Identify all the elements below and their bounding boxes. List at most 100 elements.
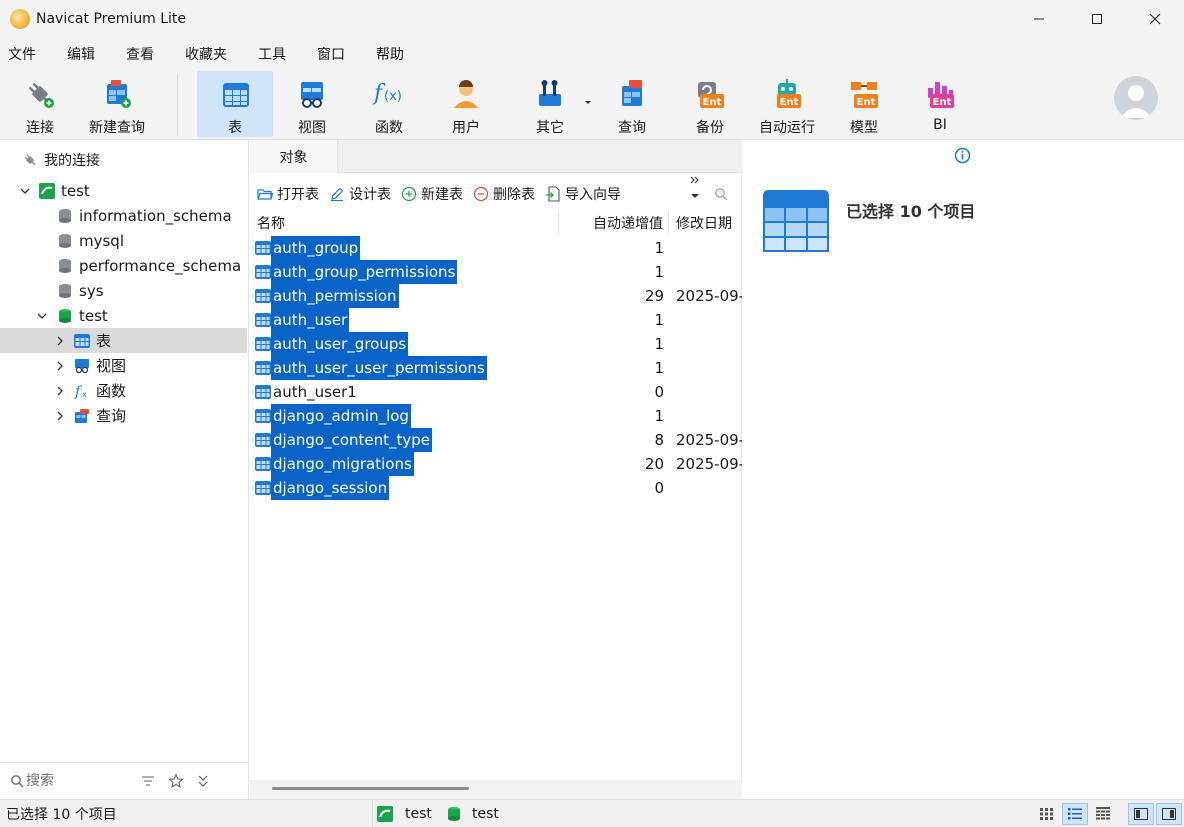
toggle-nav-pane-button[interactable]: [1128, 803, 1154, 825]
detail-view-button[interactable]: [1090, 803, 1116, 825]
nav-functions-node[interactable]: fx 函数: [0, 378, 248, 403]
status-bar: 已选择 10 个项目 test test: [0, 799, 1184, 827]
menu-bar: 文件 编辑 查看 收藏夹 工具 窗口 帮助: [0, 38, 1184, 70]
database-mysql[interactable]: mysql: [0, 228, 248, 253]
navigation-pane: 我的连接 test information_schema mysql perfo…: [0, 140, 249, 799]
nav-queries-node[interactable]: 查询: [0, 403, 248, 428]
menu-tools[interactable]: 工具: [258, 44, 301, 64]
new-table-button[interactable]: 新建表: [401, 184, 463, 204]
column-divider[interactable]: [668, 212, 669, 234]
nav-search-input[interactable]: [26, 773, 136, 789]
backup-button[interactable]: Ent 备份: [678, 71, 742, 137]
column-header-auto-increment[interactable]: 自动递增值: [593, 212, 663, 234]
nav-views-node[interactable]: 视图: [0, 353, 248, 378]
bi-button[interactable]: Ent BI: [910, 71, 970, 137]
toggle-info-pane-button[interactable]: [1156, 803, 1182, 825]
table-name: django_admin_log: [271, 404, 411, 428]
table-row[interactable]: auth_group 1: [250, 236, 742, 260]
delete-table-button[interactable]: 删除表: [473, 184, 535, 204]
horizontal-scrollbar[interactable]: [250, 780, 742, 799]
table-row[interactable]: django_session 0: [250, 476, 742, 500]
chevron-down-icon[interactable]: [19, 185, 31, 197]
maximize-button[interactable]: [1068, 0, 1126, 38]
column-divider[interactable]: [558, 212, 559, 234]
chevron-right-icon[interactable]: [54, 385, 66, 397]
account-avatar[interactable]: [1114, 76, 1158, 120]
table-row[interactable]: django_admin_log 1: [250, 404, 742, 428]
nav-search-bar: [0, 762, 248, 799]
info-icon[interactable]: [954, 147, 971, 164]
table-row[interactable]: auth_user1 0: [250, 380, 742, 404]
list-view-button[interactable]: [1062, 803, 1088, 825]
user-label: 用户: [452, 120, 480, 136]
table-row[interactable]: django_content_type 8 2025-09-: [250, 428, 742, 452]
import-wizard-button[interactable]: 导入向导: [545, 184, 621, 204]
grid-view-button[interactable]: [1034, 803, 1060, 825]
open-table-button[interactable]: 打开表: [257, 184, 319, 204]
user-icon: [449, 77, 483, 111]
my-connections-header[interactable]: 我的连接: [0, 147, 248, 172]
menu-help[interactable]: 帮助: [376, 44, 419, 64]
table-row[interactable]: auth_permission 29 2025-09-: [250, 284, 742, 308]
other-dropdown-icon[interactable]: [584, 100, 592, 106]
table-row[interactable]: django_migrations 20 2025-09-: [250, 452, 742, 476]
minimize-button[interactable]: [1010, 0, 1068, 38]
menu-favorites[interactable]: 收藏夹: [185, 44, 242, 64]
function-button[interactable]: f (x) 函数: [356, 71, 422, 137]
automation-button[interactable]: Ent 自动运行: [752, 71, 822, 137]
more-chevrons-icon[interactable]: [690, 176, 700, 188]
new-query-button[interactable]: 新建查询: [82, 71, 152, 137]
model-icon: Ent: [847, 77, 881, 111]
close-button[interactable]: [1126, 0, 1184, 38]
table-icon: [74, 333, 90, 349]
connect-button[interactable]: 连接: [8, 71, 72, 137]
open-table-label: 打开表: [277, 187, 319, 203]
database-icon: [57, 283, 73, 299]
search-icon[interactable]: [714, 187, 728, 201]
menu-window[interactable]: 窗口: [317, 44, 360, 64]
table-row[interactable]: auth_user 1: [250, 308, 742, 332]
svg-text:Ent: Ent: [933, 97, 952, 108]
scrollbar-thumb[interactable]: [272, 787, 469, 790]
other-button[interactable]: 其它: [518, 71, 582, 137]
table-row[interactable]: auth_user_user_permissions 1: [250, 356, 742, 380]
modified-date: 2025-09-: [676, 287, 742, 305]
database-test[interactable]: test: [0, 303, 248, 328]
table-row[interactable]: auth_group_permissions 1: [250, 260, 742, 284]
column-header-modified-date[interactable]: 修改日期: [676, 212, 742, 234]
table-row[interactable]: auth_user_groups 1: [250, 332, 742, 356]
view-button[interactable]: 视图: [280, 71, 344, 137]
database-sys[interactable]: sys: [0, 278, 248, 303]
design-table-button[interactable]: 设计表: [329, 184, 391, 204]
column-header-name[interactable]: 名称: [257, 212, 285, 234]
menu-view[interactable]: 查看: [126, 44, 169, 64]
chevron-right-icon[interactable]: [54, 335, 66, 347]
modified-date: [676, 380, 742, 404]
table-name: django_content_type: [271, 428, 433, 452]
model-button[interactable]: Ent 模型: [832, 71, 896, 137]
table-icon: [255, 288, 271, 304]
database-performance-schema[interactable]: performance_schema: [0, 253, 248, 278]
view-label: 视图: [298, 120, 326, 136]
svg-text:x: x: [82, 390, 87, 399]
tab-objects[interactable]: 对象: [250, 140, 338, 173]
connection-test[interactable]: test: [0, 178, 248, 203]
table-button[interactable]: 表: [197, 71, 273, 137]
chevron-right-icon[interactable]: [54, 360, 66, 372]
filter-icon[interactable]: [140, 774, 156, 788]
user-button[interactable]: 用户: [434, 71, 498, 137]
star-icon[interactable]: [168, 773, 184, 789]
menu-file[interactable]: 文件: [8, 44, 51, 64]
nav-tables-node[interactable]: 表: [0, 328, 247, 353]
views-label: 视图: [96, 357, 127, 375]
status-selected-count: 已选择 10 个项目: [6, 806, 117, 823]
chevron-right-icon[interactable]: [54, 410, 66, 422]
more-dropdown-icon[interactable]: [691, 194, 699, 199]
import-icon: [545, 186, 561, 202]
table-name: auth_permission: [271, 284, 399, 308]
collapse-all-icon[interactable]: [196, 774, 210, 788]
menu-edit[interactable]: 编辑: [67, 44, 110, 64]
chevron-down-icon[interactable]: [36, 310, 48, 322]
database-information-schema[interactable]: information_schema: [0, 203, 248, 228]
query-button[interactable]: 查询: [600, 71, 664, 137]
